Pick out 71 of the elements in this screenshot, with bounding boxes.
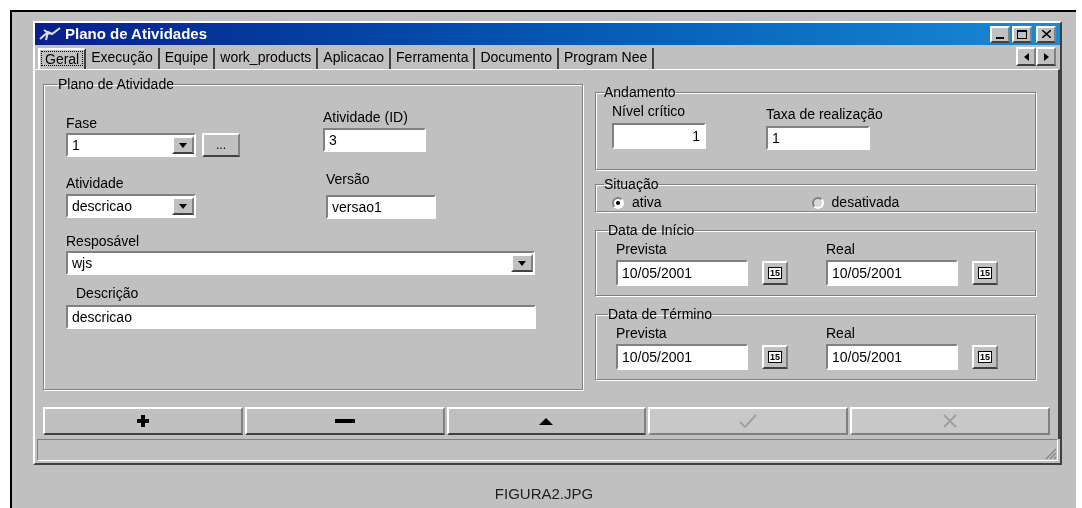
field-label: Prevista bbox=[616, 325, 668, 341]
field-label: Nível crítico bbox=[612, 103, 687, 119]
field-label: Descrição bbox=[76, 285, 140, 301]
scroll-left-button[interactable] bbox=[1016, 47, 1036, 66]
field-label: Atividade (ID) bbox=[323, 109, 409, 125]
field-label: Taxa de realização bbox=[766, 106, 883, 122]
radio-option[interactable]: ativa bbox=[612, 192, 662, 213]
text-field[interactable]: 10/05/2001 bbox=[616, 260, 748, 286]
field-label: Real bbox=[826, 325, 856, 341]
text-field[interactable]: versao1 bbox=[326, 195, 436, 219]
dropdown-field[interactable]: 1 bbox=[66, 133, 196, 157]
calendar-button[interactable]: 15 bbox=[762, 345, 788, 369]
field-label: Versão bbox=[326, 171, 371, 187]
maximize-icon bbox=[1017, 29, 1027, 39]
image-caption: FIGURA2.JPG bbox=[494, 483, 594, 504]
dropdown-value: 1 bbox=[72, 135, 80, 155]
caret-icon bbox=[179, 203, 187, 209]
text-field[interactable]: 10/05/2001 bbox=[616, 344, 748, 370]
toolbar-button[interactable] bbox=[244, 407, 445, 435]
right-arrow-icon bbox=[1043, 52, 1049, 61]
toolbar-button[interactable] bbox=[446, 407, 647, 435]
calendar-button[interactable]: 15 bbox=[762, 261, 788, 285]
field-label: Resposável bbox=[66, 233, 141, 249]
group-title: Data de Término bbox=[608, 305, 712, 324]
calendar-button[interactable]: 15 bbox=[972, 261, 998, 285]
calendar-button[interactable]: 15 bbox=[972, 345, 998, 369]
radio-option[interactable]: desativada bbox=[811, 192, 900, 213]
field-label: Fase bbox=[66, 115, 99, 131]
field-label: Prevista bbox=[616, 241, 668, 257]
dropdown-button[interactable] bbox=[511, 254, 533, 272]
field-label: Real bbox=[826, 241, 856, 257]
minus-icon bbox=[334, 419, 355, 423]
text-field[interactable]: 10/05/2001 bbox=[826, 344, 958, 370]
window-title: Plano de Atividades bbox=[65, 23, 207, 44]
text-field[interactable]: 1 bbox=[612, 123, 706, 149]
radio-button[interactable] bbox=[612, 196, 624, 209]
group-title: Data de Início bbox=[608, 221, 695, 240]
check-icon bbox=[739, 414, 758, 428]
radio-label: desativada bbox=[831, 193, 900, 212]
tab[interactable]: Geral bbox=[38, 48, 87, 69]
maximize-button[interactable] bbox=[1012, 25, 1032, 43]
left-arrow-icon bbox=[1023, 52, 1029, 61]
up-triangle-icon bbox=[539, 417, 554, 425]
caret-icon bbox=[518, 260, 526, 266]
scroll-right-button[interactable] bbox=[1036, 47, 1056, 66]
group-title: Situação bbox=[604, 175, 659, 194]
plus-icon bbox=[136, 415, 149, 427]
close-icon bbox=[943, 414, 958, 428]
dropdown-value: descricao bbox=[72, 196, 132, 216]
close-icon bbox=[1041, 30, 1051, 38]
group-title: Plano de Atividade bbox=[58, 75, 174, 94]
toolbar-button[interactable] bbox=[43, 407, 243, 435]
group-title: Andamento bbox=[604, 83, 676, 102]
text-field[interactable]: 10/05/2001 bbox=[826, 260, 958, 286]
dropdown-value: wjs bbox=[72, 253, 93, 273]
radio-label: ativa bbox=[632, 193, 662, 212]
caret-icon bbox=[179, 142, 187, 148]
minimize-button[interactable] bbox=[990, 25, 1010, 43]
close-button[interactable] bbox=[1036, 25, 1056, 43]
text-field[interactable]: 3 bbox=[323, 128, 426, 152]
dropdown-button[interactable] bbox=[172, 197, 194, 215]
browse-button[interactable]: ... bbox=[202, 133, 240, 157]
dropdown-field[interactable]: descricao bbox=[66, 194, 196, 218]
minimize-icon bbox=[996, 36, 1004, 39]
radio-button[interactable] bbox=[811, 196, 824, 209]
dropdown-field[interactable]: wjs bbox=[66, 251, 535, 275]
text-field[interactable]: descricao bbox=[66, 305, 536, 329]
dropdown-button[interactable] bbox=[172, 136, 194, 154]
field-label: Atividade bbox=[66, 175, 125, 191]
text-field[interactable]: 1 bbox=[766, 126, 870, 150]
app-icon bbox=[39, 27, 61, 41]
